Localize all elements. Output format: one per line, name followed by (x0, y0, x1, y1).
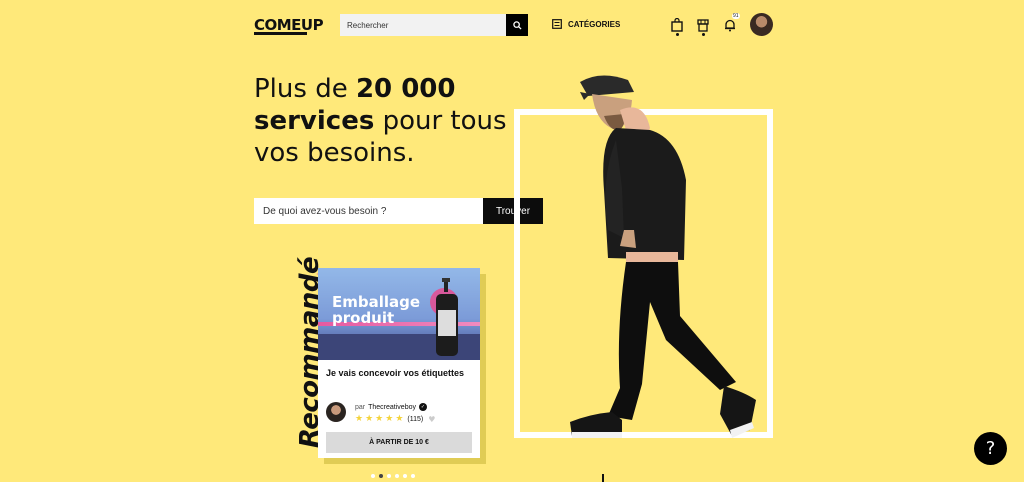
bell-icon (725, 19, 735, 32)
pager-dot[interactable] (395, 474, 399, 478)
need-search-input[interactable] (254, 198, 483, 224)
rating: ★ ★ ★ ★ ★ (115) ♥ (355, 414, 435, 424)
scroll-indicator (602, 474, 604, 482)
service-card-image: Emballage produit (318, 268, 480, 360)
image-title: Emballage produit (332, 294, 432, 326)
categories-label: CATÉGORIES (568, 19, 621, 29)
pager-dot[interactable] (411, 474, 415, 478)
carousel-pager (371, 474, 415, 478)
pager-dot[interactable] (403, 474, 407, 478)
hero-search: Trouver (254, 198, 543, 224)
notification-count-badge: 91 (732, 13, 740, 19)
service-card[interactable]: Emballage produit Je vais concevoir vos … (318, 268, 480, 458)
star-icon: ★ (375, 414, 384, 424)
search-input[interactable] (340, 14, 506, 36)
pager-dot-active[interactable] (379, 474, 383, 478)
help-button[interactable]: ? (974, 432, 1007, 465)
walking-person-image (570, 75, 756, 438)
seller-prefix: par (355, 403, 366, 411)
headline-bold-1: 20 000 (355, 74, 456, 104)
star-icon: ★ (385, 414, 394, 424)
bottle-image (430, 278, 458, 356)
service-description[interactable]: Je vais concevoir vos étiquettes (326, 368, 464, 378)
search-icon (512, 20, 522, 30)
headline-text-1: Plus de (254, 74, 356, 104)
headline-bold-2: services (254, 106, 375, 136)
shop-indicator-dot (702, 33, 705, 36)
verified-icon: ✓ (418, 403, 427, 411)
header-search (340, 14, 528, 36)
list-icon (552, 19, 562, 29)
categories-menu[interactable]: CATÉGORIES (552, 19, 620, 29)
hero-headline: Plus de 20 000 services pour tous vos be… (254, 73, 524, 169)
shop-button[interactable] (697, 18, 709, 32)
heart-icon[interactable]: ♥ (428, 415, 435, 424)
pager-dot[interactable] (387, 474, 391, 478)
logo-underline (254, 32, 307, 35)
pager-dot[interactable] (371, 474, 375, 478)
shopping-bag-icon (671, 17, 683, 32)
star-icon: ★ (365, 414, 374, 424)
notifications-button[interactable] (724, 18, 736, 32)
image-title-line-1: Emballage (332, 293, 421, 311)
search-button[interactable] (506, 14, 528, 36)
star-icon: ★ (355, 414, 364, 424)
star-icon: ★ (395, 414, 404, 424)
shopping-bag-button[interactable] (671, 17, 683, 32)
price-button[interactable]: À PARTIR DE 10 € (326, 432, 472, 453)
image-title-line-2: produit (332, 309, 395, 327)
seller-avatar[interactable] (326, 402, 346, 422)
bag-indicator-dot (676, 33, 679, 36)
review-count: (115) (407, 415, 424, 423)
seller-line: par Thecreativeboy ✓ (355, 403, 427, 411)
user-avatar[interactable] (750, 13, 773, 36)
store-icon (697, 19, 709, 32)
seller-name[interactable]: Thecreativeboy (368, 404, 416, 411)
